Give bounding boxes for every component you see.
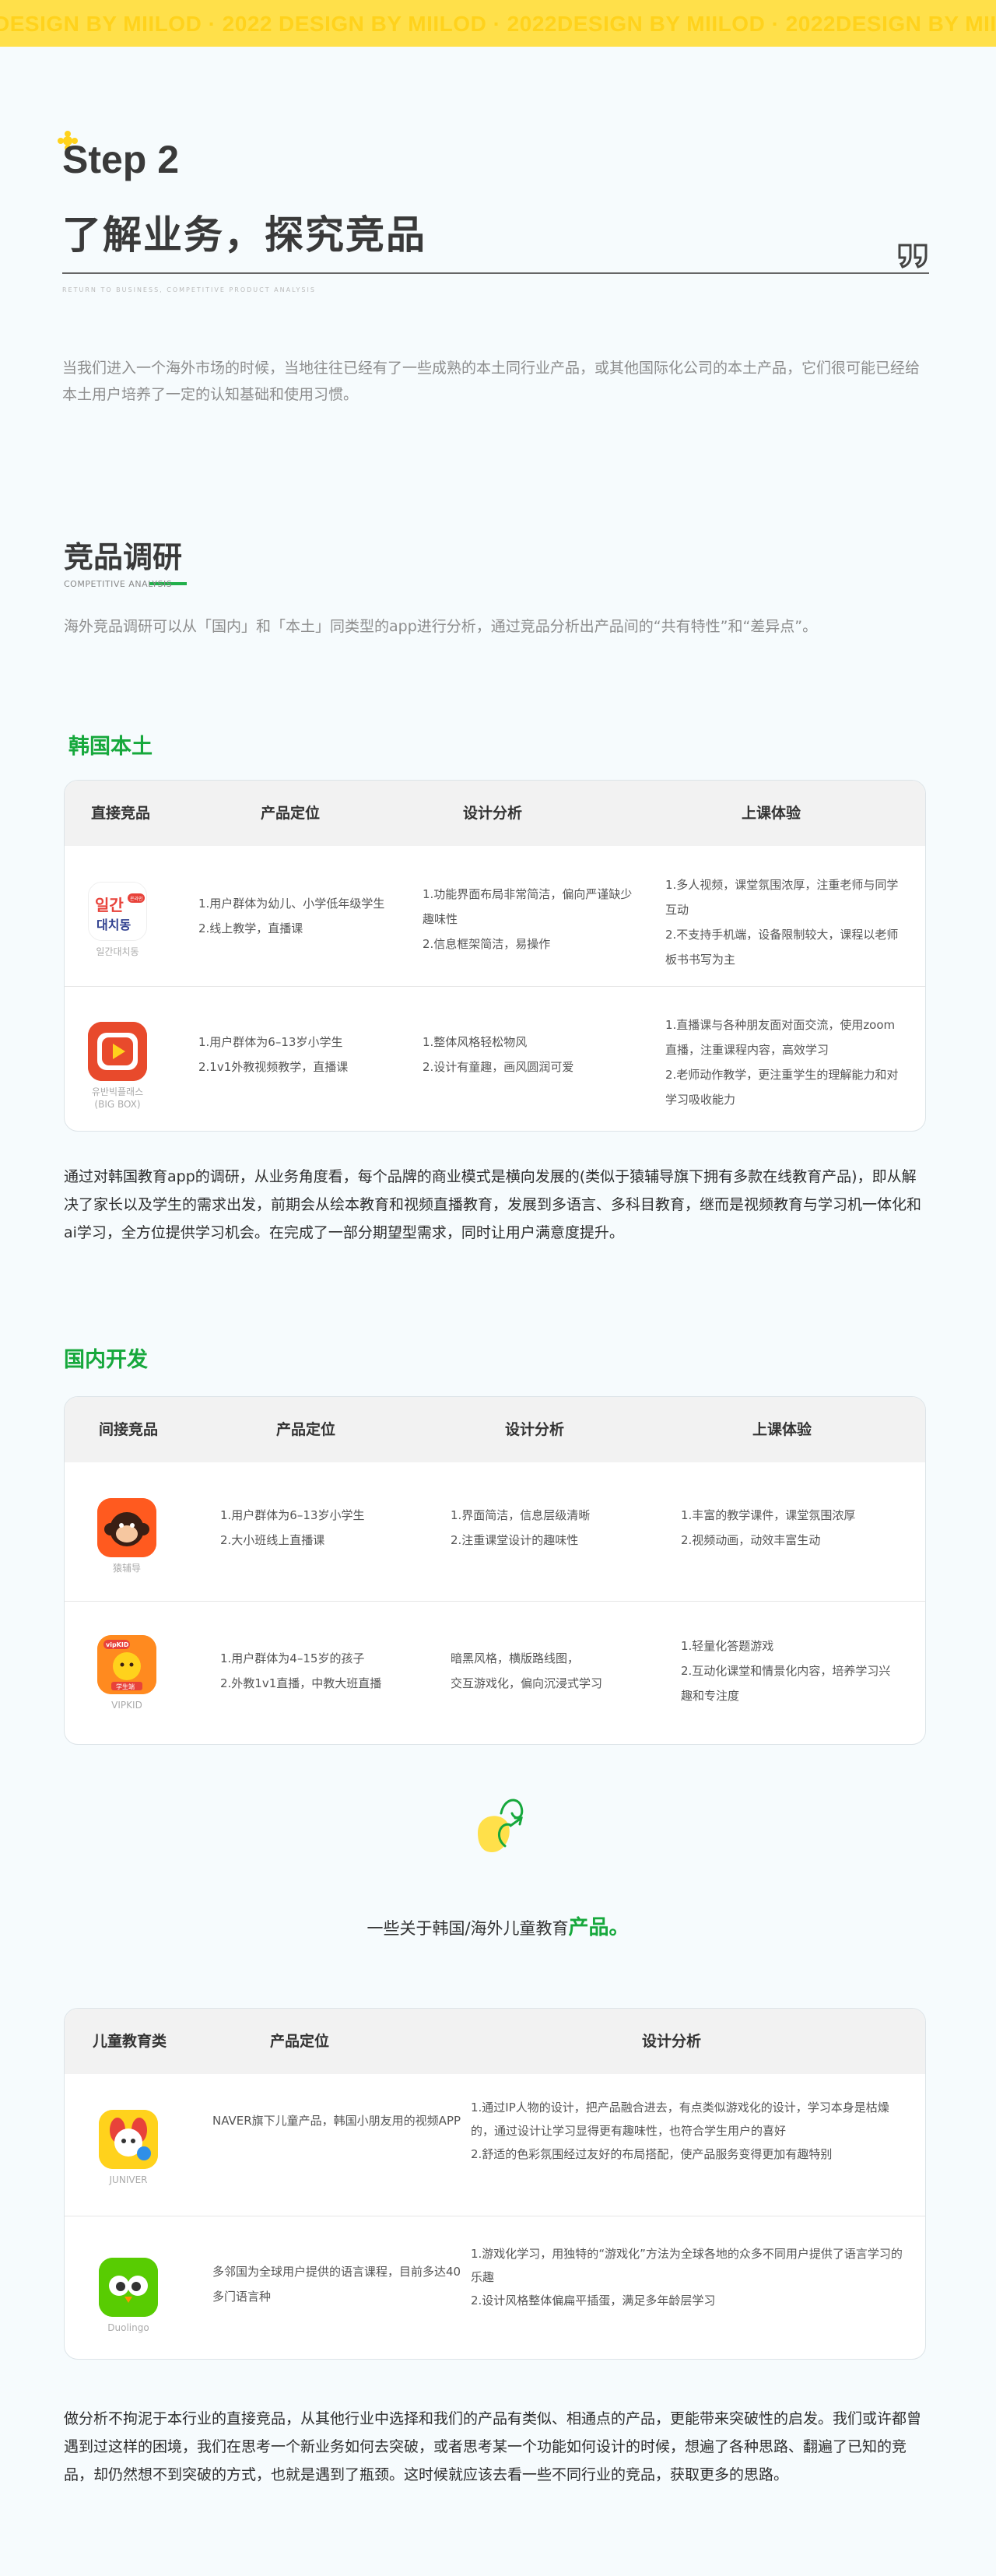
quote-icon: [896, 229, 931, 279]
app-name: JUNIVER: [109, 2174, 148, 2185]
app-icon-vipkid: vipKID 学生端: [97, 1635, 156, 1694]
banner-text: DESIGN BY MIILOD · 2022: [836, 12, 996, 36]
intro-paragraph: 当我们进入一个海外市场的时候，当地往往已经有了一些成熟的本土同行业产品，或其他国…: [62, 360, 921, 403]
section-caption: 一些关于韩国/海外儿童教育产品。: [366, 1916, 630, 1939]
kids-table: 儿童教育类 产品定位 设计分析 JUNIVER NAVER旗下儿童产品，韩国小朋…: [64, 2008, 926, 2360]
svg-text:일간: 일간: [95, 896, 124, 914]
app-name: 유반빅플래스 (BIG BOX): [91, 1086, 144, 1110]
table-header-cell: 儿童教育类: [93, 2033, 167, 2050]
cell-design: 1.整体风格轻松物风 2.设计有童趣，画风圆润可爱: [423, 1035, 574, 1074]
app-name: VIPKID: [111, 1700, 142, 1711]
table-header-cell: 设计分析: [505, 1421, 565, 1438]
table-header-cell: 产品定位: [270, 2033, 330, 2050]
app-icon-yuanfudao: [97, 1498, 156, 1557]
cell-position: 1.用户群体为幼儿、小学低年级学生 2.线上教学，直播课: [198, 897, 385, 935]
group-title-korea: 韩国本土: [68, 735, 153, 759]
page-subtitle-en: RETURN TO BUSINESS, COMPETITIVE PRODUCT …: [62, 286, 316, 293]
cell-design: 暗黑风格，横版路线图， 交互游戏化，偏向沉浸式学习: [451, 1651, 603, 1690]
cell-design: 1.功能界面布局非常简洁，偏向严谨缺少趣味性 2.信息框架简洁，易操作: [423, 887, 633, 951]
cell-experience: 1.多人视频，课堂氛围浓厚，注重老师与同学互动 2.不支持手机端，设备限制较大，课…: [665, 878, 899, 967]
banner-text: DESIGN BY MIILOD · 2022: [279, 12, 557, 36]
group-title-domestic: 国内开发: [64, 1348, 148, 1372]
cell-design: 1.界面简洁，信息层级清晰 2.注重课堂设计的趣味性: [451, 1508, 591, 1547]
table-header-cell: 上课体验: [752, 1421, 812, 1438]
banner-text: DESIGN BY MIILOD · 2022: [0, 12, 272, 36]
cell-position: 多邻国为全球用户提供的语言课程，目前多达40多门语言种: [212, 2265, 461, 2304]
cell-position: NAVER旗下儿童产品，韩国小朋友用的视频APP: [212, 2114, 461, 2128]
svg-text:온라인: 온라인: [130, 896, 143, 902]
app-icon-juniver: [99, 2110, 158, 2169]
korea-summary: 通过对韩国教育app的调研，从业务角度看，每个品牌的商业模式是横向发展的(类似于…: [64, 1168, 922, 1241]
quote-icon-glyph: [898, 244, 928, 268]
app-name: 猿辅导: [112, 1563, 141, 1574]
app-icon-ilgan: 일간 대치동 온라인: [88, 882, 147, 941]
app-icon-duolingo: [99, 2258, 158, 2317]
cell-position: 1.用户群体为6–13岁小学生 2.大小班线上直播课: [220, 1508, 365, 1547]
table-header-cell: 产品定位: [261, 805, 321, 822]
svg-text:学生端: 学生端: [116, 1683, 135, 1690]
lion-icon: vipKID 学生端: [97, 1635, 156, 1694]
section-title: 竞品调研: [64, 540, 183, 574]
row-divider: [65, 986, 925, 987]
section-subtitle-en: COMPETITIVE ANALYSIS: [64, 579, 173, 589]
app-icon-bigbox: [88, 1022, 147, 1081]
table-header-cell: 设计分析: [463, 805, 523, 822]
section-description: 海外竞品调研可以从「国内」和「本土」同类型的app进行分析，通过竞品分析出产品间…: [64, 618, 818, 635]
step-label: Step 2: [62, 138, 180, 181]
svg-text:대치동: 대치동: [96, 918, 131, 932]
page-title: 了解业务，探究竞品: [62, 212, 426, 258]
cell-experience: 1.直播课与各种朋友面对面交流，使用zoom直播，注重课程内容，高效学习 2.老师…: [665, 1018, 899, 1107]
caption-highlight: 产品。: [568, 1916, 630, 1939]
play-icon: [88, 1022, 147, 1081]
app-name: 일간대치동: [96, 946, 139, 957]
table-header-cell: 直接竞品: [91, 805, 151, 822]
korea-table: 直接竞品 产品定位 设计分析 上课体验 일간 대치동 온라인 일간대치동 1.用…: [64, 780, 926, 1132]
title-divider: [62, 272, 929, 274]
banner-text: DESIGN BY MIILOD · 2022: [557, 12, 836, 36]
cell-design: 1.通过IP人物的设计，把产品融合进去，有点类似游戏化的设计，学习本身是枯燥的，…: [471, 2100, 889, 2161]
table-header-cell: 间接竞品: [99, 1421, 159, 1438]
table-header-cell: 设计分析: [642, 2033, 702, 2050]
ilgan-logo-icon: 일간 대치동 온라인: [89, 883, 146, 940]
owl-icon: [99, 2258, 158, 2317]
cell-position: 1.用户群体为6–13岁小学生 2.1v1外教视频教学，直播课: [198, 1035, 349, 1074]
row-divider: [65, 1601, 925, 1602]
table-header-cell: 产品定位: [276, 1421, 336, 1438]
footer-paragraph: 做分析不拘泥于本行业的直接竞品，从其他行业中选择和我们的产品有类似、相通点的产品…: [64, 2410, 922, 2483]
cell-position: 1.用户群体为4–15岁的孩子 2.外教1v1直播，中教大班直播: [220, 1651, 382, 1690]
domestic-table: 间接竞品 产品定位 设计分析 上课体验 猿辅导 1.用户群体为6–13岁小学生 2…: [64, 1396, 926, 1745]
mascot-illustration: [478, 1799, 524, 1852]
svg-text:vipKID: vipKID: [106, 1641, 129, 1648]
table-header: [65, 2009, 925, 2074]
app-name: Duolingo: [107, 2322, 149, 2333]
table-header-cell: 上课体验: [742, 805, 801, 822]
monkey-icon: [97, 1498, 156, 1557]
cell-experience: 1.轻量化答题游戏 2.互动化课堂和情景化内容，培养学习兴趣和专注度: [681, 1639, 891, 1703]
page: DESIGN BY MIILOD · 2022 DESIGN BY MIILOD…: [0, 0, 996, 2576]
cell-design: 1.游戏化学习，用独特的“游戏化”方法为全球各地的众多不同用户提供了语言学习的乐…: [471, 2247, 903, 2308]
top-banner: DESIGN BY MIILOD · 2022 DESIGN BY MIILOD…: [0, 0, 996, 47]
cell-experience: 1.丰富的教学课件，课堂氛围浓厚 2.视频动画，动效丰富生动: [681, 1508, 856, 1547]
puppy-icon: [99, 2110, 158, 2169]
